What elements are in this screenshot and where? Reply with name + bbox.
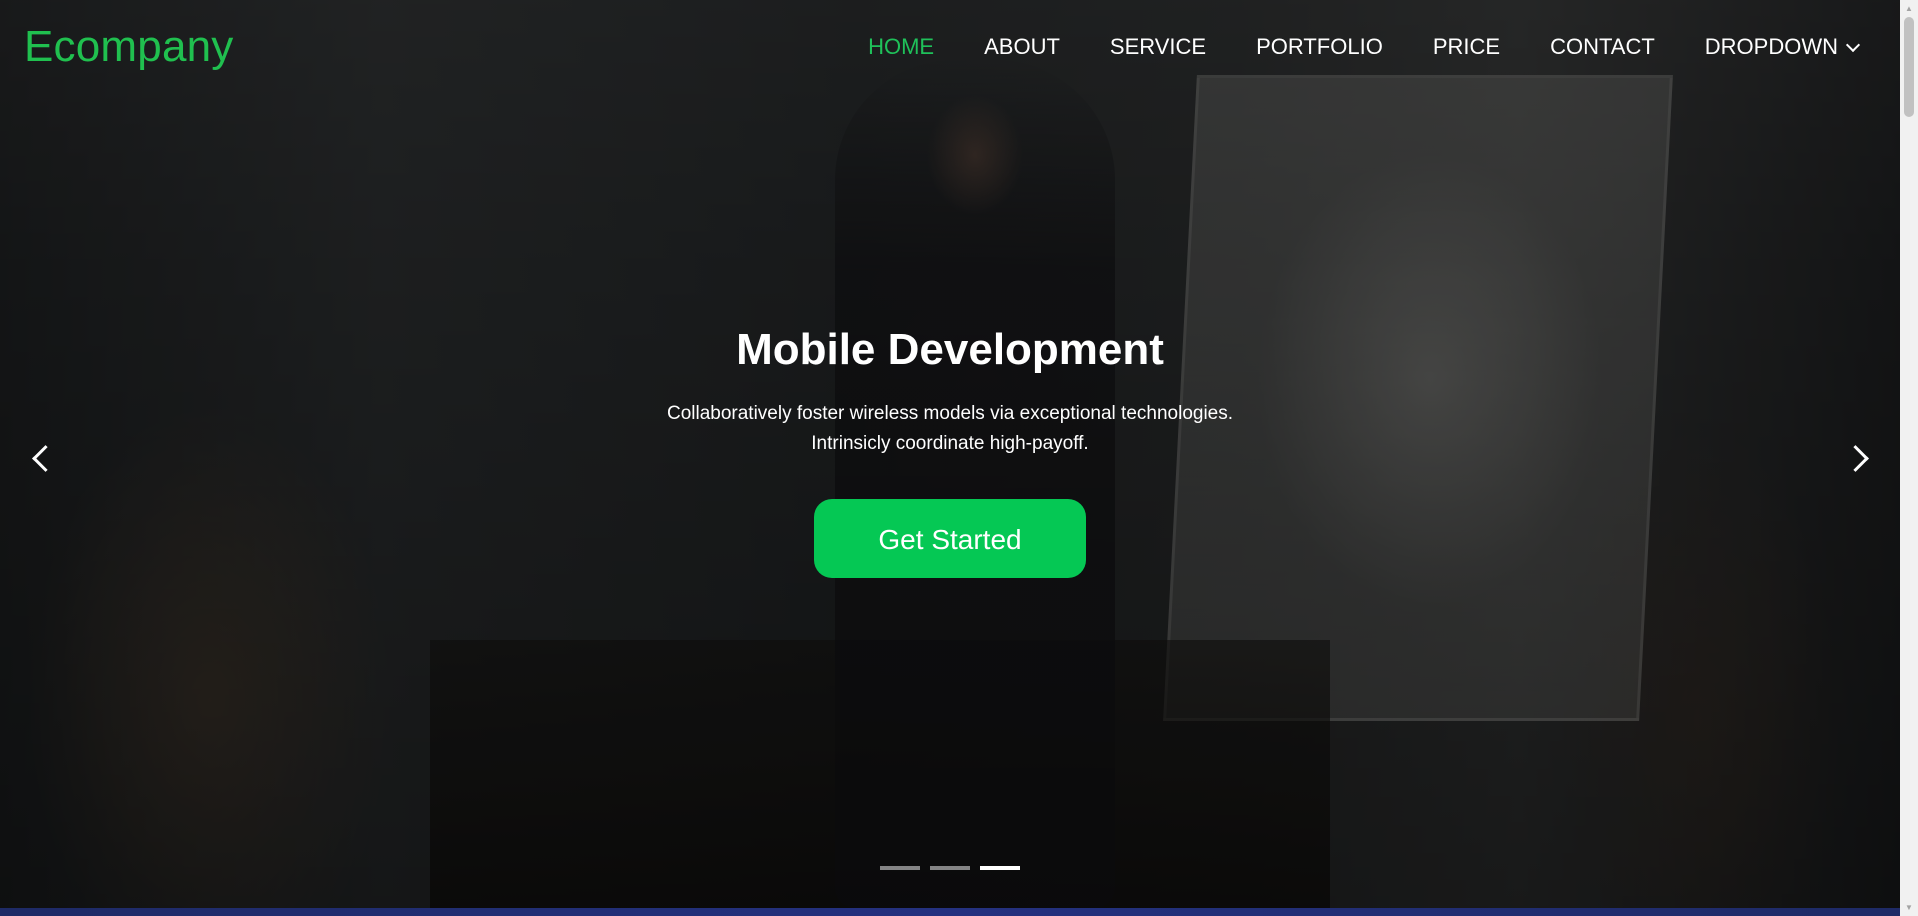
hero-content: Mobile Development Collaboratively foste…	[0, 325, 1900, 578]
nav-item-home[interactable]: HOME	[868, 34, 934, 60]
site-header: Ecompany HOME ABOUT SERVICE PORTFOLIO PR…	[0, 0, 1900, 96]
scroll-up-icon[interactable]: ▲	[1900, 0, 1918, 17]
carousel-indicator-1[interactable]	[880, 866, 920, 870]
main-nav: HOME ABOUT SERVICE PORTFOLIO PRICE CONTA…	[818, 34, 1861, 60]
nav-item-dropdown-label: DROPDOWN	[1704, 34, 1838, 59]
carousel-indicator-2[interactable]	[930, 866, 970, 870]
carousel-indicators	[880, 866, 1020, 870]
hero-description: Collaboratively foster wireless models v…	[0, 399, 1900, 459]
carousel-indicator-3[interactable]	[980, 866, 1020, 870]
nav-item-service[interactable]: SERVICE	[1110, 34, 1206, 60]
hero-title: Mobile Development	[736, 325, 1164, 374]
nav-item-dropdown[interactable]: DROPDOWN	[1704, 34, 1861, 60]
chevron-down-icon	[1845, 37, 1861, 52]
scroll-down-icon[interactable]: ▼	[1900, 899, 1918, 916]
site-logo[interactable]: Ecompany	[24, 22, 233, 72]
next-section-edge	[0, 908, 1900, 916]
hero-description-line: Collaboratively foster wireless models v…	[666, 403, 1234, 424]
get-started-button[interactable]: Get Started	[814, 499, 1086, 578]
scrollbar-thumb[interactable]	[1904, 17, 1914, 117]
hero-description-line: Intrinsicly coordinate high-payoff.	[811, 433, 1089, 454]
nav-item-portfolio[interactable]: PORTFOLIO	[1256, 34, 1383, 60]
nav-item-about[interactable]: ABOUT	[984, 34, 1060, 60]
nav-item-contact[interactable]: CONTACT	[1550, 34, 1655, 60]
page-scrollbar[interactable]: ▲ ▼	[1900, 0, 1918, 916]
nav-item-price[interactable]: PRICE	[1433, 34, 1500, 60]
page: Ecompany HOME ABOUT SERVICE PORTFOLIO PR…	[0, 0, 1918, 916]
